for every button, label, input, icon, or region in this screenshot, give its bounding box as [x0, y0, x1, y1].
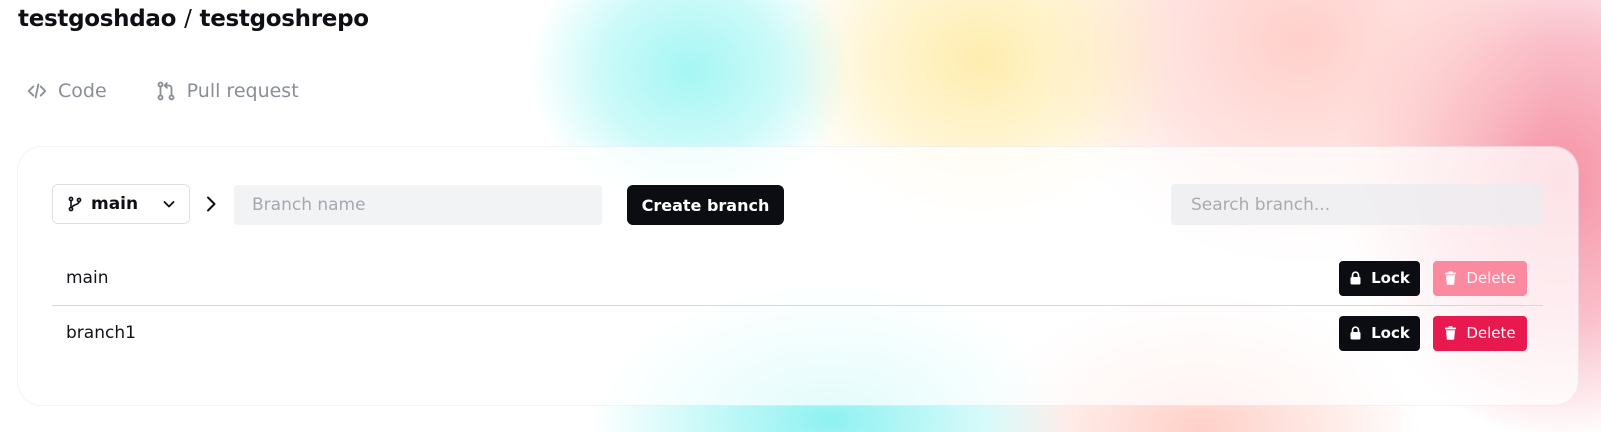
- lock-button[interactable]: Lock: [1339, 315, 1420, 351]
- lock-button-label: Lock: [1371, 269, 1410, 287]
- create-branch-button[interactable]: Create branch: [627, 185, 784, 225]
- page-title: testgoshdao / testgoshrepo: [18, 6, 369, 32]
- branch-name-input[interactable]: [234, 185, 602, 225]
- org-name-link[interactable]: testgoshdao: [18, 6, 176, 32]
- chevron-down-icon: [163, 201, 175, 208]
- breadcrumb-separator: /: [184, 6, 192, 32]
- tab-code[interactable]: Code: [26, 80, 107, 102]
- repo-name-link[interactable]: testgoshrepo: [200, 6, 370, 32]
- branches-panel: main Create branch main Lock: [18, 147, 1578, 405]
- trash-icon: [1445, 326, 1457, 340]
- delete-button[interactable]: Delete: [1433, 260, 1527, 296]
- branch-name: branch1: [66, 323, 136, 343]
- branch-row: branch1 Lock Delete: [52, 306, 1543, 360]
- delete-button-label: Delete: [1466, 324, 1516, 342]
- repo-tabs: Code Pull request: [26, 80, 299, 102]
- lock-icon: [1350, 271, 1361, 285]
- code-icon: [27, 83, 47, 99]
- tab-code-label: Code: [58, 80, 107, 102]
- branch-row-actions: Lock Delete: [1339, 315, 1527, 351]
- branch-name: main: [66, 268, 109, 288]
- lock-button-label: Lock: [1371, 324, 1410, 342]
- delete-button[interactable]: Delete: [1433, 315, 1527, 351]
- lock-button[interactable]: Lock: [1339, 260, 1420, 296]
- branch-select-dropdown[interactable]: main: [52, 184, 190, 224]
- branch-row-actions: Lock Delete: [1339, 260, 1527, 296]
- branch-list: main Lock Delete branch1 Lock Delete: [52, 251, 1543, 360]
- selected-branch-label: main: [91, 194, 139, 214]
- git-branch-icon: [68, 196, 82, 212]
- branch-row: main Lock Delete: [52, 251, 1543, 306]
- lock-icon: [1350, 326, 1361, 340]
- tab-pull-request-label: Pull request: [186, 80, 299, 102]
- tab-pull-request[interactable]: Pull request: [155, 80, 299, 102]
- search-branch-input[interactable]: [1171, 184, 1543, 225]
- delete-button-label: Delete: [1466, 269, 1516, 287]
- pull-request-icon: [157, 81, 175, 101]
- trash-icon: [1445, 271, 1457, 285]
- chevron-right-icon: [207, 196, 216, 212]
